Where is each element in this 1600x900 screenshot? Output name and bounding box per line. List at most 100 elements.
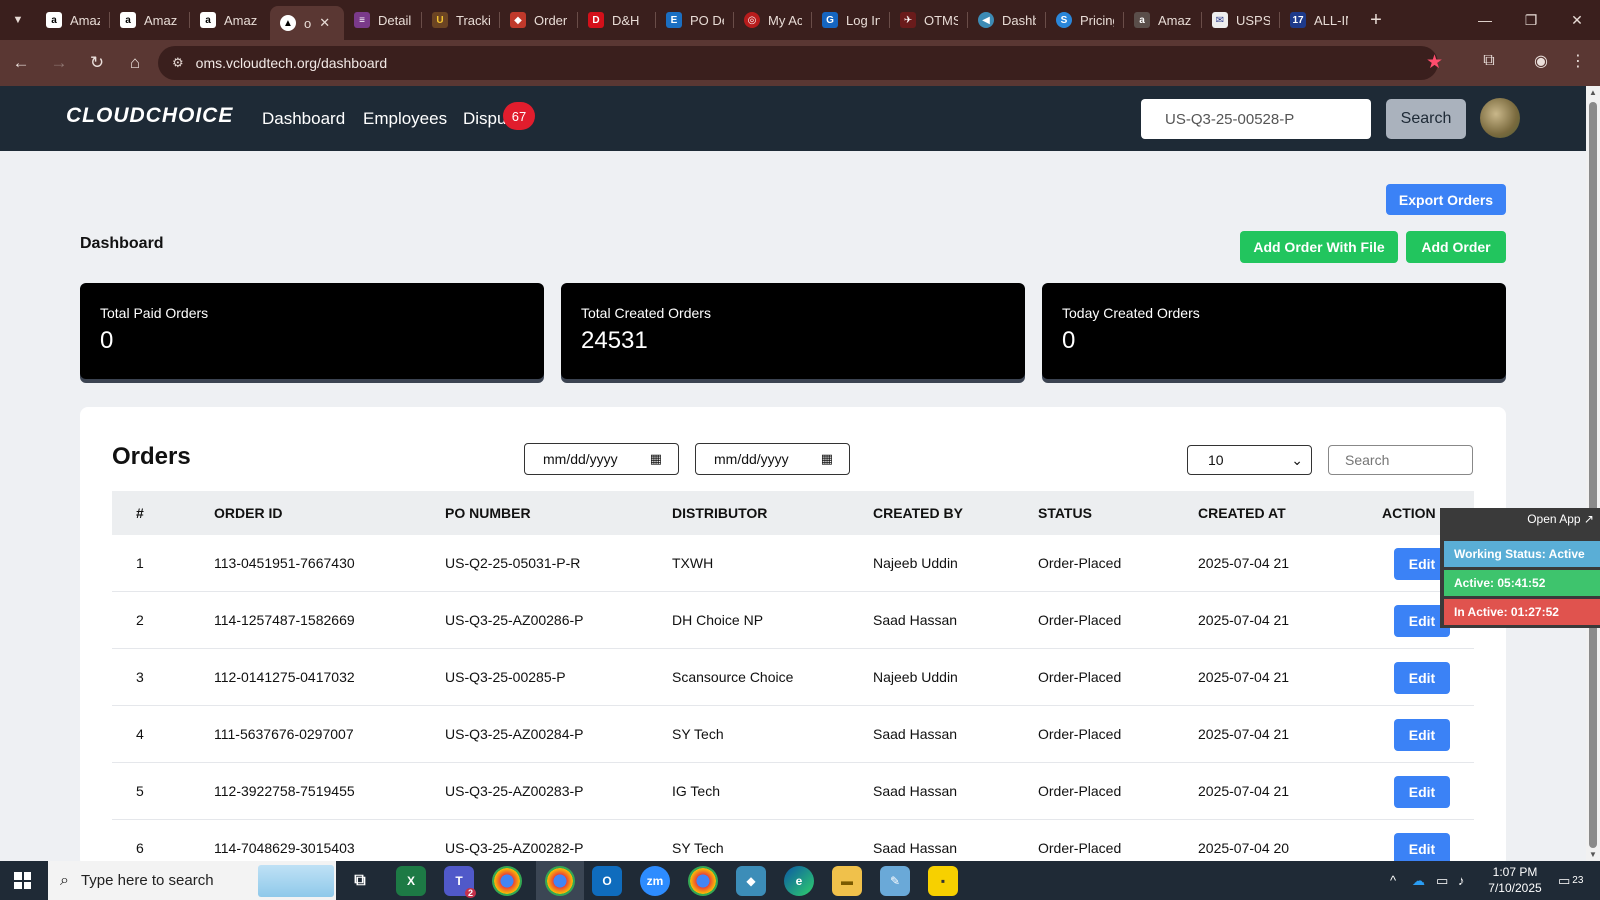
- table-header: # ORDER ID PO NUMBER DISTRIBUTOR CREATED…: [112, 491, 1474, 535]
- date-from-input[interactable]: mm/dd/yyyy ▦: [524, 443, 679, 475]
- browser-tab[interactable]: EPO De: [656, 0, 734, 40]
- browser-tab[interactable]: 17ALL-IN: [1280, 0, 1358, 40]
- taskbar-clock[interactable]: 1:07 PM 7/10/2025: [1480, 864, 1550, 896]
- open-app-link[interactable]: Open App ↗: [1527, 512, 1594, 526]
- browser-tab[interactable]: ≡ Detail: [344, 0, 422, 40]
- browser-tab[interactable]: ◎ My Ac: [734, 0, 812, 40]
- nav-disputes[interactable]: Dispu: [463, 109, 506, 129]
- tab-search-chevron-icon[interactable]: ▼: [0, 0, 36, 40]
- browser-tab[interactable]: a Amaz: [36, 0, 110, 40]
- created-by: Najeeb Uddin: [873, 669, 958, 685]
- notification-center-icon[interactable]: ▭ 23: [1558, 861, 1583, 900]
- chrome-profile-icon[interactable]: [688, 866, 718, 896]
- status: Order-Placed: [1038, 783, 1122, 799]
- close-tab-icon[interactable]: ✕: [319, 15, 330, 31]
- network-icon[interactable]: ▭: [1436, 861, 1448, 900]
- notification-count: 23: [1572, 875, 1584, 886]
- stat-value: 24531: [581, 327, 648, 354]
- scroll-up-arrow-icon[interactable]: ▲: [1586, 88, 1600, 97]
- user-avatar[interactable]: [1480, 98, 1520, 138]
- stat-value: 0: [1062, 327, 1076, 354]
- browser-tab[interactable]: SPricing: [1046, 0, 1124, 40]
- nav-dashboard[interactable]: Dashboard: [262, 109, 345, 129]
- edit-button[interactable]: Edit: [1394, 719, 1450, 751]
- calendar-icon[interactable]: ▦: [821, 451, 833, 467]
- browser-menu-icon[interactable]: ⋮: [1565, 48, 1591, 74]
- home-icon[interactable]: ⌂: [118, 46, 152, 80]
- table-row: 4 111-5637676-0297007 US-Q3-25-AZ00284-P…: [112, 706, 1474, 763]
- close-window-icon[interactable]: ✕: [1554, 0, 1600, 40]
- date-placeholder: mm/dd/yyyy: [714, 451, 789, 467]
- nav-employees[interactable]: Employees: [363, 109, 447, 129]
- outlook-icon[interactable]: O: [592, 866, 622, 896]
- scrollbar-thumb[interactable]: [1589, 102, 1597, 848]
- windows-start-icon[interactable]: [14, 872, 31, 889]
- table-row: 1 113-0451951-7667430 US-Q2-25-05031-P-R…: [112, 535, 1474, 592]
- amazon-icon: a: [46, 12, 62, 28]
- notepad-icon[interactable]: ✎: [880, 866, 910, 896]
- bookmark-star-icon[interactable]: ★: [1426, 51, 1443, 74]
- status: Order-Placed: [1038, 669, 1122, 685]
- table-search-input[interactable]: [1328, 445, 1473, 475]
- file-explorer-icon[interactable]: ▬: [832, 866, 862, 896]
- browser-tab[interactable]: a Amaz: [1124, 0, 1202, 40]
- chrome-profile-icon[interactable]: [545, 866, 575, 896]
- date-to-input[interactable]: mm/dd/yyyy ▦: [695, 443, 850, 475]
- browser-tab[interactable]: ✈ OTMS: [890, 0, 968, 40]
- onedrive-icon[interactable]: ☁: [1412, 861, 1425, 900]
- browser-tab[interactable]: G Log In: [812, 0, 890, 40]
- browser-tab-active[interactable]: ▲ o ✕: [270, 6, 344, 40]
- add-order-button[interactable]: Add Order: [1406, 231, 1506, 263]
- minimize-icon[interactable]: —: [1462, 0, 1508, 40]
- restore-icon[interactable]: ❐: [1508, 0, 1554, 40]
- site-settings-icon[interactable]: ⚙: [172, 55, 184, 71]
- browser-tab[interactable]: a Amaz: [110, 0, 190, 40]
- browser-tab[interactable]: ◀ Dashb: [968, 0, 1046, 40]
- header-search-input[interactable]: [1141, 99, 1371, 139]
- order-id: 114-1257487-1582669: [214, 612, 355, 628]
- order-id: 113-0451951-7667430: [214, 555, 355, 571]
- search-icon: ⌕: [60, 871, 69, 889]
- back-arrow-icon[interactable]: ←: [4, 46, 38, 80]
- export-orders-button[interactable]: Export Orders: [1386, 184, 1506, 215]
- browser-tab[interactable]: U Tracki: [422, 0, 500, 40]
- po-number: US-Q3-25-AZ00283-P: [445, 783, 584, 799]
- add-order-with-file-button[interactable]: Add Order With File: [1240, 231, 1398, 263]
- status: Order-Placed: [1038, 612, 1122, 628]
- show-hidden-icons-icon[interactable]: ^: [1390, 861, 1396, 900]
- page-scrollbar[interactable]: ▲ ▼: [1586, 86, 1600, 861]
- header-search-button[interactable]: Search: [1386, 99, 1466, 139]
- scroll-down-arrow-icon[interactable]: ▼: [1586, 850, 1600, 859]
- task-view-icon[interactable]: ⧉: [345, 866, 375, 896]
- browser-tab[interactable]: ◆ Order: [500, 0, 578, 40]
- app-navbar: CLOUDCHOICE Dashboard Employees Dispu 67…: [0, 86, 1586, 151]
- excel-icon[interactable]: X: [396, 866, 426, 896]
- row-number: 2: [136, 612, 144, 628]
- page-size-select[interactable]: 10 ⌄: [1187, 445, 1312, 475]
- edit-button[interactable]: Edit: [1394, 776, 1450, 808]
- reload-icon[interactable]: ↻: [80, 46, 114, 80]
- url-bar[interactable]: ⚙ oms.vcloudtech.org/dashboard: [158, 46, 1438, 80]
- created-at: 2025-07-04 21: [1198, 669, 1290, 685]
- dispute-count-badge: 67: [503, 102, 535, 130]
- forward-arrow-icon[interactable]: →: [42, 46, 76, 80]
- edge-icon[interactable]: e: [784, 866, 814, 896]
- calendar-icon[interactable]: ▦: [650, 451, 662, 467]
- profile-icon[interactable]: ◉: [1528, 48, 1554, 74]
- orders-panel: Orders mm/dd/yyyy ▦ mm/dd/yyyy ▦ 10 ⌄ # …: [80, 407, 1506, 877]
- browser-tab[interactable]: D D&H: [578, 0, 656, 40]
- volume-icon[interactable]: ♪: [1458, 861, 1465, 900]
- teams-icon[interactable]: T2: [444, 866, 476, 898]
- extensions-puzzle-icon[interactable]: ⧉: [1476, 48, 1502, 74]
- edit-button[interactable]: Edit: [1394, 662, 1450, 694]
- browser-tab[interactable]: ✉ USPS: [1202, 0, 1280, 40]
- column-header: ACTION: [1382, 505, 1436, 521]
- cloudchoice-logo[interactable]: CLOUDCHOICE: [66, 104, 233, 128]
- browser-tab[interactable]: a Amaz: [190, 0, 270, 40]
- status: Order-Placed: [1038, 726, 1122, 742]
- chrome-icon[interactable]: [492, 866, 522, 896]
- zoom-icon[interactable]: zm: [640, 866, 670, 896]
- app-diamond-icon[interactable]: ◆: [736, 866, 766, 896]
- sticky-notes-icon[interactable]: ▪: [928, 866, 958, 896]
- new-tab-icon[interactable]: +: [1358, 9, 1394, 32]
